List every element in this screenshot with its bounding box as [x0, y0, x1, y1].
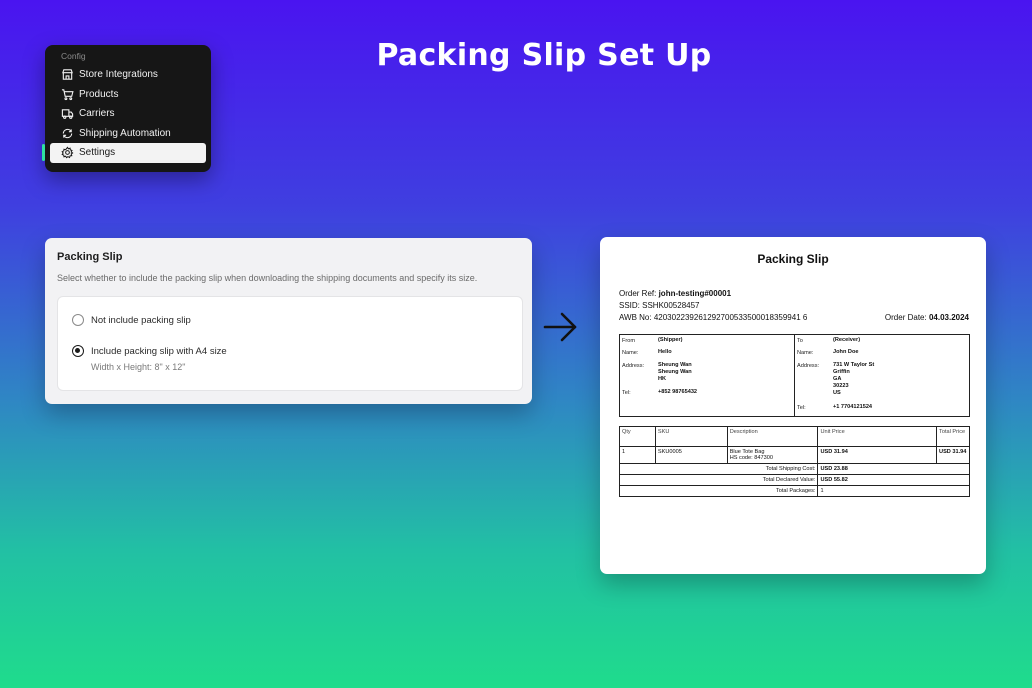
column-header: Qty: [619, 426, 656, 447]
receiver-heading: (Receiver): [833, 337, 861, 343]
automation-icon: [60, 126, 74, 140]
column-header: Total Price: [936, 426, 970, 447]
totals-value: 1: [817, 485, 970, 497]
totals-row: Total Packages: 1: [618, 485, 970, 497]
shipper-heading: (Shipper): [658, 337, 683, 343]
sidebar-item-products[interactable]: Products: [50, 85, 206, 105]
gear-icon: [60, 146, 74, 160]
column-header: Description: [726, 426, 819, 447]
config-sidebar: Config Store Integrations Products Carri…: [42, 45, 211, 172]
sidebar-section-label: Config: [61, 51, 86, 61]
sidebar-item-label: Carriers: [79, 108, 115, 120]
sidebar-item-label: Store Integrations: [79, 69, 158, 81]
option-label: Include packing slip with A4 size: [91, 345, 227, 357]
column-header: SKU: [654, 426, 728, 447]
name-label: Name:: [622, 350, 639, 356]
card-title: Packing Slip: [57, 251, 123, 263]
sidebar-item-store-integrations[interactable]: Store Integrations: [50, 65, 206, 85]
sidebar-item-settings[interactable]: Settings: [42, 143, 206, 163]
totals-row: Total Shipping Cost: USD 23.88: [618, 463, 970, 475]
sidebar-item-label: Products: [79, 88, 119, 100]
totals-label: Total Packages:: [618, 485, 819, 497]
document-title: Packing Slip: [757, 252, 829, 266]
radio-include-a4[interactable]: [72, 345, 84, 357]
totals-row: Total Declared Value: USD 55.82: [618, 474, 970, 486]
packing-slip-options: Not include packing slip Include packing…: [57, 296, 523, 391]
shipper-address-line: Sheung Wan: [658, 369, 692, 375]
order-ref: Order Ref: john-testing#00001: [619, 289, 731, 298]
address-label: Address:: [797, 363, 820, 369]
table-row: 1 SKU0005 Blue Tote Bag HS code: 847300 …: [619, 446, 970, 464]
order-date-value: 04.03.2024: [928, 313, 969, 322]
name-label: Name:: [797, 350, 814, 356]
shipper-address-line: HK: [658, 376, 667, 382]
from-label: From: [622, 338, 636, 344]
column-header: Unit Price: [817, 426, 938, 447]
receiver-address-line: 30223: [833, 383, 849, 389]
totals-label: Total Declared Value:: [618, 474, 819, 486]
totals-value: USD 23.88: [817, 463, 970, 475]
truck-icon: [60, 107, 74, 121]
item-total-price: USD 31.94: [936, 446, 970, 464]
address-label: Address:: [622, 363, 645, 369]
totals-value: USD 55.82: [817, 474, 970, 486]
packing-slip-document: Packing Slip Order Ref: john-testing#000…: [600, 237, 986, 574]
order-ref-value: john-testing#00001: [658, 289, 732, 298]
shipper-name: Hello: [658, 349, 672, 355]
order-ref-label: Order Ref:: [619, 289, 657, 298]
items-header-row: Qty SKU Description Unit Price Total Pri…: [619, 426, 970, 447]
tel-label: Tel:: [622, 390, 631, 396]
order-date: Order Date: 04.03.2024: [885, 313, 969, 322]
receiver-column: To (Receiver) Name: John Doe Address: 73…: [794, 335, 969, 416]
cart-icon: [60, 87, 74, 101]
option-size-hint: Width x Height: 8" x 12": [91, 362, 186, 372]
to-label: To: [797, 338, 803, 344]
option-include-a4[interactable]: Include packing slip with A4 size: [72, 345, 227, 357]
item-unit-price: USD 31.94: [817, 446, 938, 464]
shipper-column: From (Shipper) Name: Hello Address: Sheu…: [620, 335, 794, 416]
item-qty: 1: [619, 446, 656, 464]
totals-label: Total Shipping Cost:: [618, 463, 819, 475]
receiver-address-line: GA: [833, 376, 842, 382]
address-block: From (Shipper) Name: Hello Address: Sheu…: [619, 334, 970, 417]
receiver-name: John Doe: [833, 349, 859, 355]
receiver-tel: +1 7704121524: [833, 404, 873, 410]
receiver-address-line: 731 W Taylor St: [833, 362, 875, 368]
item-sku: SKU0005: [654, 446, 728, 464]
order-date-label: Order Date:: [884, 313, 927, 322]
shipper-tel: +852 98765432: [658, 389, 698, 395]
sidebar-item-shipping-automation[interactable]: Shipping Automation: [50, 124, 206, 144]
item-hs-code: HS code: 847300: [729, 455, 773, 461]
item-description: Blue Tote Bag HS code: 847300: [726, 446, 819, 464]
shipper-address-line: Sheung Wan: [658, 362, 692, 368]
items-table: Qty SKU Description Unit Price Total Pri…: [618, 426, 970, 497]
option-not-include[interactable]: Not include packing slip: [72, 314, 191, 326]
tel-label: Tel:: [797, 405, 806, 411]
awb-number: AWB No: 42030223926129270053350001835994…: [619, 313, 808, 322]
option-label: Not include packing slip: [91, 314, 191, 326]
radio-not-include[interactable]: [72, 314, 84, 326]
receiver-address-line: Griffin: [833, 369, 850, 375]
sidebar-item-label: Shipping Automation: [79, 127, 171, 139]
arrow-right-icon: [542, 310, 580, 349]
sidebar-item-label: Settings: [79, 147, 116, 159]
packing-slip-settings-card: Packing Slip Select whether to include t…: [45, 238, 532, 404]
card-description: Select whether to include the packing sl…: [57, 273, 478, 283]
store-icon: [60, 68, 74, 82]
sidebar-item-carriers[interactable]: Carriers: [50, 104, 206, 124]
ssid: SSID: SSHK00528457: [619, 301, 700, 310]
receiver-address-line: US: [833, 390, 841, 396]
